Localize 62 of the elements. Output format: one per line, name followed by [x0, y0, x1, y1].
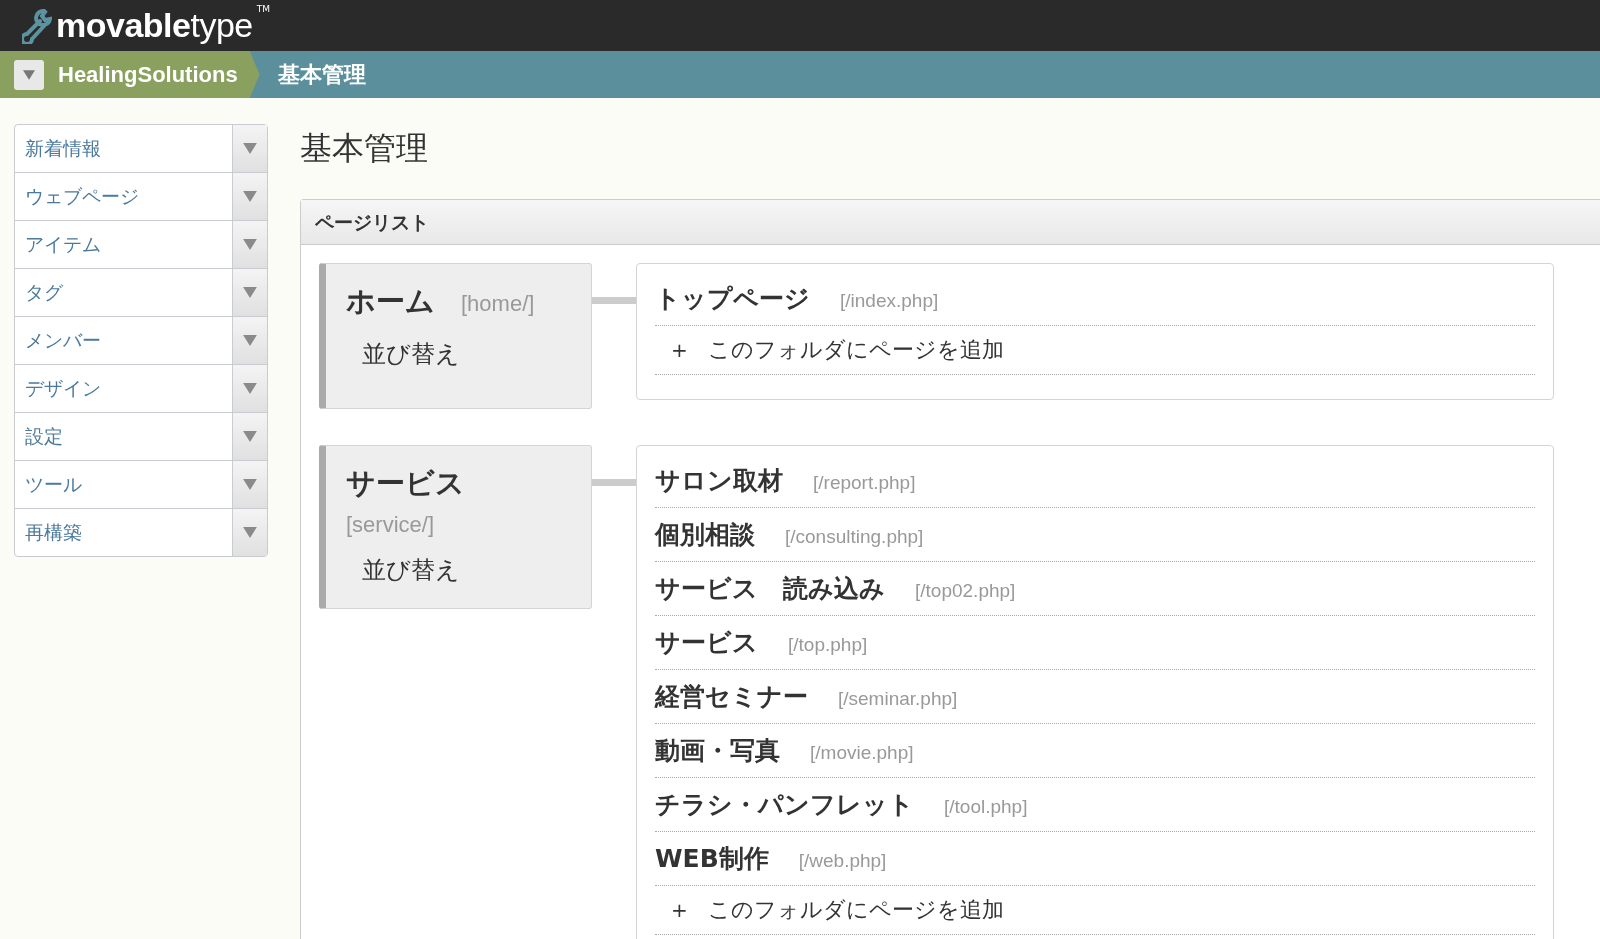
caret-icon[interactable] [243, 143, 257, 154]
page-link[interactable]: トップページ [655, 272, 810, 325]
sort-link[interactable]: 並び替え [362, 338, 591, 370]
sidebar-item[interactable]: 設定 [15, 413, 232, 460]
dropdown-button[interactable] [232, 461, 267, 508]
trademark-mark: TM [256, 4, 270, 14]
folder-path: [home/] [461, 291, 535, 317]
sidebar-item[interactable]: デザイン [15, 365, 232, 412]
page-link[interactable]: サロン取材 [655, 454, 783, 507]
caret-icon[interactable] [243, 479, 257, 490]
caret-icon[interactable] [243, 239, 257, 250]
page-path: [/tool.php] [944, 795, 1028, 819]
plus-icon: + [671, 326, 688, 374]
page-path: [/movie.php] [810, 741, 914, 765]
add-page-link[interactable]: このフォルダにページを追加 [707, 886, 1004, 934]
caret-icon[interactable] [243, 191, 257, 202]
dropdown-button[interactable] [232, 365, 267, 412]
caret-icon[interactable] [243, 431, 257, 442]
page-path: [/seminar.php] [838, 687, 958, 711]
page-link[interactable]: サービス [655, 616, 758, 669]
page-path: [/index.php] [840, 289, 939, 313]
logo-text: movabletype [56, 6, 253, 45]
page-path: [/top02.php] [915, 579, 1016, 603]
sidebar-item[interactable]: アイテム [15, 221, 232, 268]
page-path: [/web.php] [798, 849, 887, 873]
caret-icon[interactable] [243, 287, 257, 298]
sidebar-item[interactable]: タグ [15, 269, 232, 316]
sidebar-item[interactable]: 再構築 [15, 509, 232, 556]
dropdown-button[interactable] [232, 509, 267, 556]
dropdown-button[interactable] [232, 221, 267, 268]
panel-title: ページリスト [301, 200, 1600, 245]
sidebar-item[interactable]: ウェブページ [15, 173, 232, 220]
dropdown-button[interactable] [232, 269, 267, 316]
dropdown-icon[interactable] [14, 59, 44, 90]
page-link[interactable]: サービス 読み込み [655, 562, 885, 615]
add-page-link[interactable]: このフォルダにページを追加 [707, 326, 1004, 374]
page-link[interactable]: 経営セミナー [655, 670, 808, 723]
caret-icon[interactable] [243, 335, 257, 346]
folder-path: [service/] [346, 512, 436, 538]
page-path: [/consulting.php] [785, 525, 924, 549]
sidebar-item[interactable]: 新着情報 [15, 125, 232, 172]
page-link[interactable]: チラシ・パンフレット [655, 778, 914, 831]
dropdown-button[interactable] [232, 125, 267, 172]
current-breadcrumb: 基本管理 [276, 60, 366, 89]
dropdown-button[interactable] [232, 317, 267, 364]
page-title: 基本管理 [300, 128, 429, 169]
wrench-icon [22, 7, 52, 44]
folder-name: サービス [346, 465, 465, 502]
folder-name: ホーム [346, 283, 435, 320]
caret-icon[interactable] [243, 527, 257, 538]
page-link[interactable]: WEB制作 [655, 832, 769, 885]
page-link[interactable]: 個別相談 [655, 508, 755, 561]
plus-icon: + [671, 886, 688, 934]
page-link[interactable]: 動画・写真 [655, 724, 780, 777]
page-path: [/report.php] [813, 471, 916, 495]
sidebar-item[interactable]: メンバー [15, 317, 232, 364]
dropdown-button[interactable] [232, 173, 267, 220]
caret-icon[interactable] [243, 383, 257, 394]
page-path: [/top.php] [788, 633, 868, 657]
dropdown-button[interactable] [232, 413, 267, 460]
sidebar-item[interactable]: ツール [15, 461, 232, 508]
sort-link[interactable]: 並び替え [362, 554, 591, 586]
